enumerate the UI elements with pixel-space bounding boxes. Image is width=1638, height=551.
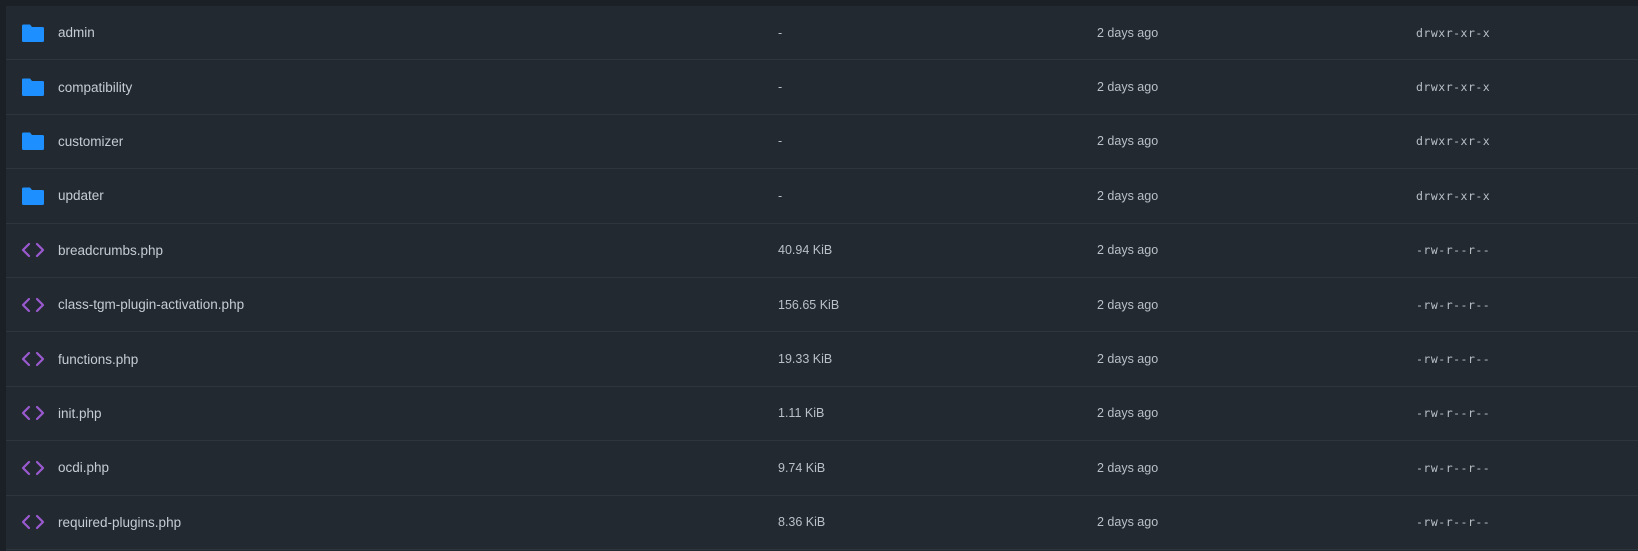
file-modified: 2 days ago	[1097, 352, 1159, 367]
code-icon	[20, 237, 46, 263]
code-icon	[20, 292, 46, 318]
file-row[interactable]: required-plugins.php 8.36 KiB 2 days ago…	[6, 496, 1638, 550]
file-modified: 2 days ago	[1097, 460, 1159, 475]
file-list: admin - 2 days ago drwxr-xr-x compatibil…	[6, 6, 1638, 551]
file-modified: 2 days ago	[1097, 515, 1159, 530]
file-size: 8.36 KiB	[778, 515, 826, 530]
code-icon	[20, 509, 46, 535]
file-permissions[interactable]: -rw-r--r--	[1416, 461, 1490, 475]
folder-icon	[20, 183, 46, 209]
file-row[interactable]: customizer - 2 days ago drwxr-xr-x	[6, 115, 1638, 170]
file-row[interactable]: updater - 2 days ago drwxr-xr-x	[6, 169, 1638, 224]
file-size: 1.11 KiB	[778, 406, 825, 421]
file-size: 19.33 KiB	[778, 352, 833, 367]
folder-icon	[20, 20, 46, 46]
folder-icon	[20, 74, 46, 100]
file-permissions[interactable]: -rw-r--r--	[1416, 406, 1490, 420]
file-name[interactable]: ocdi.php	[58, 460, 109, 475]
file-permissions[interactable]: drwxr-xr-x	[1416, 80, 1490, 94]
file-permissions[interactable]: -rw-r--r--	[1416, 298, 1490, 312]
file-modified: 2 days ago	[1097, 243, 1159, 258]
file-name[interactable]: class-tgm-plugin-activation.php	[58, 297, 244, 312]
file-name[interactable]: customizer	[58, 134, 123, 149]
file-permissions[interactable]: drwxr-xr-x	[1416, 26, 1490, 40]
file-row[interactable]: admin - 2 days ago drwxr-xr-x	[6, 6, 1638, 61]
file-row[interactable]: class-tgm-plugin-activation.php 156.65 K…	[6, 278, 1638, 333]
file-size: -	[778, 80, 783, 95]
file-row[interactable]: functions.php 19.33 KiB 2 days ago -rw-r…	[6, 332, 1638, 387]
file-size: -	[778, 25, 783, 40]
file-modified: 2 days ago	[1097, 297, 1159, 312]
folder-icon	[20, 128, 46, 154]
file-row[interactable]: init.php 1.11 KiB 2 days ago -rw-r--r--	[6, 387, 1638, 442]
code-icon	[20, 346, 46, 372]
code-icon	[20, 455, 46, 481]
file-permissions[interactable]: -rw-r--r--	[1416, 243, 1490, 257]
file-name[interactable]: admin	[58, 25, 95, 40]
file-row[interactable]: breadcrumbs.php 40.94 KiB 2 days ago -rw…	[6, 224, 1638, 278]
file-row[interactable]: compatibility - 2 days ago drwxr-xr-x	[6, 60, 1638, 115]
file-size: 156.65 KiB	[778, 297, 840, 312]
file-size: 9.74 KiB	[778, 460, 826, 475]
file-name[interactable]: required-plugins.php	[58, 515, 181, 530]
file-modified: 2 days ago	[1097, 134, 1159, 149]
code-icon	[20, 400, 46, 426]
file-name[interactable]: compatibility	[58, 80, 132, 95]
file-modified: 2 days ago	[1097, 80, 1159, 95]
file-size: -	[778, 134, 783, 149]
file-name[interactable]: init.php	[58, 406, 102, 421]
file-name[interactable]: updater	[58, 188, 104, 203]
file-size: -	[778, 188, 783, 203]
file-row[interactable]: ocdi.php 9.74 KiB 2 days ago -rw-r--r--	[6, 441, 1638, 496]
file-size: 40.94 KiB	[778, 243, 833, 258]
file-permissions[interactable]: -rw-r--r--	[1416, 352, 1490, 366]
file-name[interactable]: breadcrumbs.php	[58, 243, 163, 258]
file-modified: 2 days ago	[1097, 406, 1159, 421]
file-modified: 2 days ago	[1097, 25, 1159, 40]
file-name[interactable]: functions.php	[58, 352, 138, 367]
file-permissions[interactable]: drwxr-xr-x	[1416, 189, 1490, 203]
file-permissions[interactable]: -rw-r--r--	[1416, 515, 1490, 529]
file-permissions[interactable]: drwxr-xr-x	[1416, 134, 1490, 148]
file-modified: 2 days ago	[1097, 188, 1159, 203]
